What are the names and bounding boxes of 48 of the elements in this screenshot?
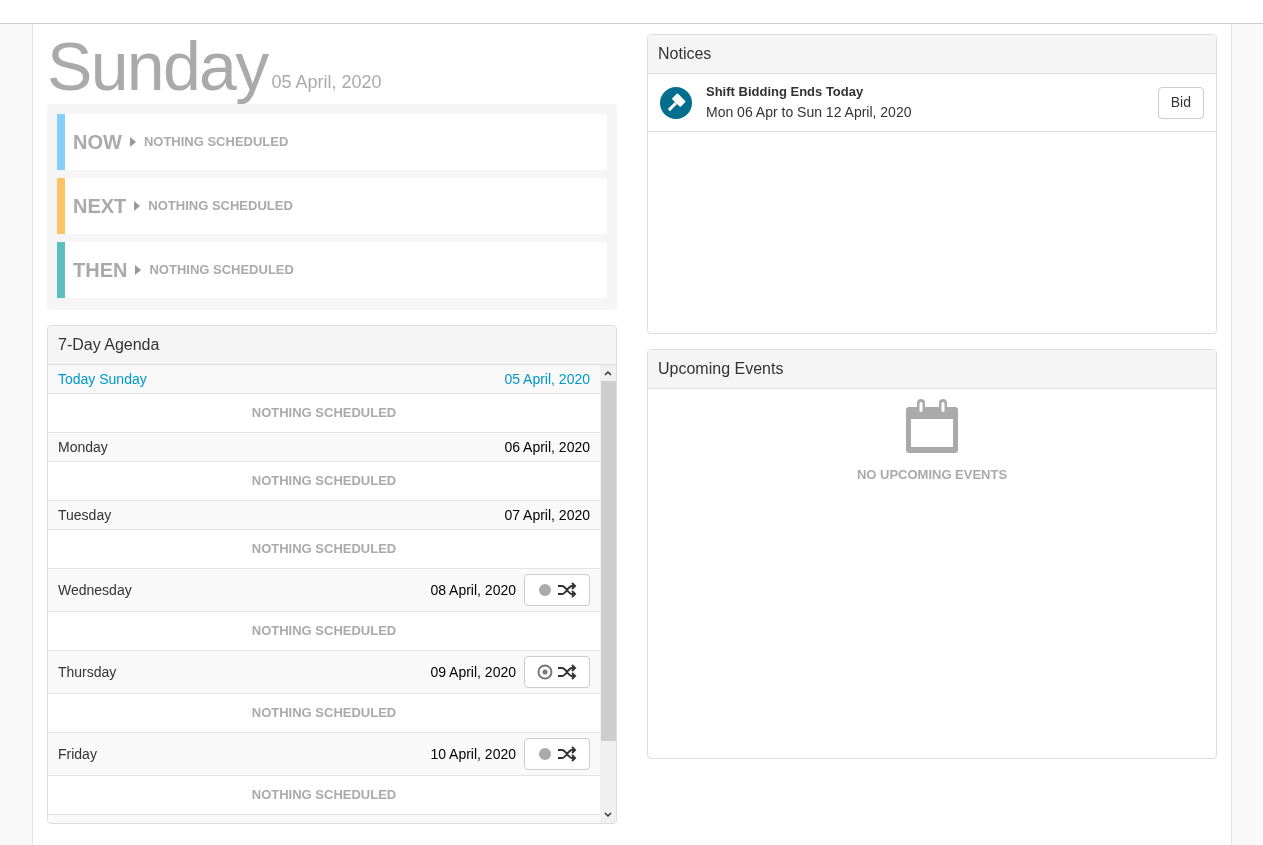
- panel-title: Upcoming Events: [658, 359, 784, 379]
- shift-swap-toggle[interactable]: [524, 738, 590, 770]
- dot-icon: [537, 582, 553, 598]
- caret-icon: [129, 137, 136, 147]
- empty-events-text: NO UPCOMING EVENTS: [856, 466, 1008, 484]
- caret-icon: [134, 201, 141, 211]
- notice-title: Shift Bidding Ends Today: [706, 83, 865, 102]
- day-name: Wednesday: [58, 580, 132, 600]
- shift-swap-toggle[interactable]: [524, 574, 590, 606]
- empty-day-text: NOTHING SCHEDULED: [251, 704, 397, 723]
- day-date: 09 April, 2020: [430, 662, 516, 682]
- day-date: 10 April, 2020: [430, 744, 516, 764]
- day-name: Today Sunday: [58, 369, 147, 389]
- shuffle-icon: [557, 664, 577, 680]
- panel-title: Notices: [658, 44, 712, 64]
- panel-title: 7-Day Agenda: [58, 335, 160, 355]
- dot-icon: [537, 746, 553, 762]
- bid-button[interactable]: Bid: [1157, 86, 1204, 119]
- empty-day-text: NOTHING SCHEDULED: [251, 404, 397, 423]
- scrollbar[interactable]: [600, 365, 616, 823]
- notice-dates: Mon 06 Apr to Sun 12 April, 2020: [706, 102, 912, 122]
- gavel-icon: [660, 86, 692, 119]
- shuffle-icon: [557, 746, 577, 762]
- empty-day-text: NOTHING SCHEDULED: [251, 786, 397, 805]
- day-date: 08 April, 2020: [430, 580, 516, 600]
- slot-label: THEN: [73, 258, 128, 283]
- empty-day-text: NOTHING SCHEDULED: [251, 622, 397, 641]
- empty-day-text: NOTHING SCHEDULED: [251, 540, 397, 559]
- day-date: 05 April, 2020: [504, 369, 590, 389]
- slot-label: NOW: [73, 130, 122, 155]
- day-name: Tuesday: [58, 505, 112, 525]
- day-name: Friday: [58, 744, 97, 764]
- target-icon: [537, 664, 553, 680]
- day-date: 06 April, 2020: [504, 437, 590, 457]
- day-date: 07 April, 2020: [504, 505, 590, 525]
- date-subtitle: 05 April, 2020: [271, 71, 382, 94]
- slot-label: NEXT: [73, 194, 127, 219]
- day-name: Thursday: [58, 662, 117, 682]
- slot-status: NOTHING SCHEDULED: [148, 197, 293, 216]
- shuffle-icon: [557, 582, 577, 598]
- shift-swap-toggle[interactable]: [524, 656, 590, 688]
- scrollbar-thumb[interactable]: [600, 381, 616, 741]
- empty-day-text: NOTHING SCHEDULED: [251, 472, 397, 491]
- calendar-icon: [905, 399, 959, 455]
- caret-icon: [135, 265, 142, 275]
- slot-status: NOTHING SCHEDULED: [143, 133, 289, 152]
- day-name: Monday: [58, 437, 108, 457]
- slot-status: NOTHING SCHEDULED: [149, 261, 294, 280]
